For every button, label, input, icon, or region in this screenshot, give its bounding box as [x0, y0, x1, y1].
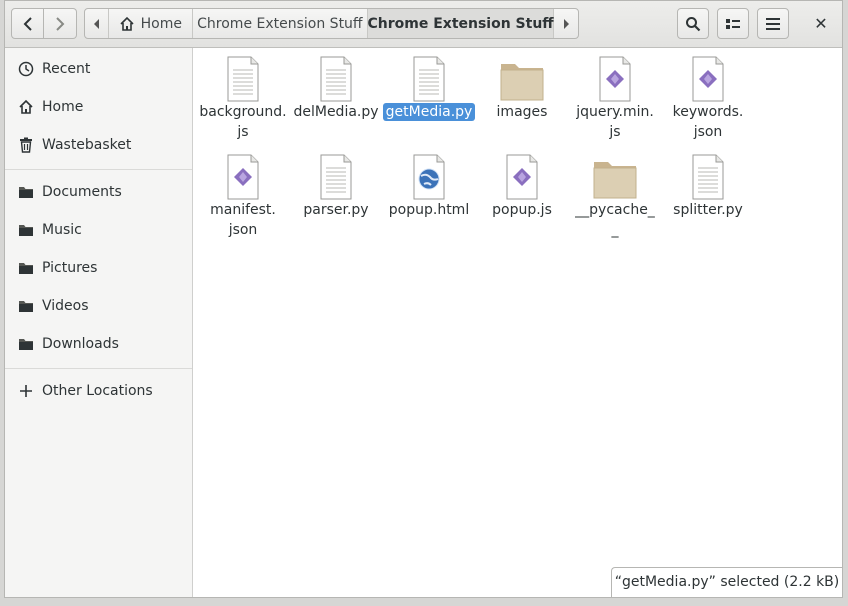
close-icon: ✕ [814, 14, 828, 33]
file-name: splitter.py [673, 202, 743, 218]
sidebar-item-other-locations[interactable]: Other Locations [5, 373, 192, 409]
folder-icon [18, 298, 34, 314]
file-name: background. js [199, 104, 287, 140]
sidebar-item-label: Wastebasket [42, 137, 132, 153]
file-name: __pycache_ _ [575, 202, 655, 238]
script-file-icon [692, 56, 724, 102]
clock-icon [18, 61, 34, 77]
script-file-icon [599, 56, 631, 102]
file-name: popup.html [388, 202, 470, 218]
path-home-label: Home [140, 15, 182, 32]
folder-icon [18, 222, 34, 238]
go-next-icon [56, 16, 65, 31]
folder-icon [18, 260, 34, 276]
file-name: keywords. json [672, 104, 744, 140]
sidebar-separator [5, 169, 192, 170]
file-name: jquery.min. js [576, 104, 654, 140]
sidebar-item-label: Downloads [42, 336, 119, 352]
path-current-button[interactable]: Chrome Extension Stuff [367, 9, 555, 38]
sidebar-item-label: Videos [42, 298, 89, 314]
file-name: popup.js [492, 202, 552, 218]
triangle-right-icon [563, 18, 569, 29]
path-scroll-left-button[interactable] [85, 9, 109, 38]
sidebar-item-downloads[interactable]: Downloads [5, 326, 192, 362]
sidebar-item-videos[interactable]: Videos [5, 288, 192, 324]
folder-icon [18, 184, 34, 200]
view-toggle-button[interactable] [717, 8, 749, 39]
path-crumb-button[interactable]: Chrome Extension Stuff [193, 9, 369, 38]
sidebar-separator [5, 368, 192, 369]
sidebar-item-wastebasket[interactable]: Wastebasket [5, 127, 192, 163]
back-button[interactable] [11, 8, 44, 39]
plus-icon [18, 383, 34, 399]
text-file-icon [227, 56, 259, 102]
sidebar-item-pictures[interactable]: Pictures [5, 250, 192, 286]
home-icon [18, 99, 34, 115]
header-bar: Home Chrome Extension Stuff Chrome Exten… [5, 1, 842, 48]
path-home-button[interactable]: Home [109, 9, 193, 38]
path-bar: Home Chrome Extension Stuff Chrome Exten… [84, 8, 579, 39]
sidebar-item-label: Music [42, 222, 82, 238]
search-button[interactable] [677, 8, 709, 39]
sidebar-item-label: Documents [42, 184, 122, 200]
sidebar-item-music[interactable]: Music [5, 212, 192, 248]
html-file-icon [413, 154, 445, 200]
sidebar-item-documents[interactable]: Documents [5, 174, 192, 210]
search-icon [686, 16, 701, 31]
list-view-icon [726, 18, 740, 29]
folder-icon [500, 64, 544, 101]
path-current-label: Chrome Extension Stuff [367, 15, 554, 32]
triangle-left-icon [93, 18, 99, 29]
file-name: parser.py [303, 202, 369, 218]
sidebar-item-home[interactable]: Home [5, 89, 192, 125]
file-name: manifest. json [210, 202, 276, 238]
sidebar-item-label: Pictures [42, 260, 98, 276]
hamburger-menu-icon [766, 17, 780, 30]
path-scroll-right-button[interactable] [554, 9, 578, 38]
sidebar-item-label: Other Locations [42, 383, 153, 399]
sidebar-item-label: Home [42, 99, 84, 115]
close-button[interactable]: ✕ [805, 8, 837, 39]
menu-button[interactable] [757, 8, 789, 39]
sidebar-item-label: Recent [42, 61, 91, 77]
file-name: delMedia.py [293, 104, 379, 120]
path-crumb-label: Chrome Extension Stuff [197, 15, 363, 32]
selection-status-bar: “getMedia.py” selected (2.2 kB) [611, 567, 842, 597]
text-file-icon [692, 154, 724, 200]
home-icon [120, 16, 134, 31]
text-file-icon [320, 56, 352, 102]
trash-icon [18, 137, 34, 153]
script-file-icon [227, 154, 259, 200]
text-file-icon [413, 56, 445, 102]
folder-icon [18, 336, 34, 352]
file-name: images [496, 104, 548, 120]
file-name-selected: getMedia.py [381, 102, 477, 122]
script-file-icon [506, 154, 538, 200]
sidebar-item-recent[interactable]: Recent [5, 51, 192, 87]
go-previous-icon [23, 16, 32, 31]
navigation-buttons [11, 8, 77, 39]
text-file-icon [320, 154, 352, 200]
file-grid: background. js delMedia.py getMedia.py im… [193, 48, 842, 597]
forward-button[interactable] [44, 8, 77, 39]
folder-icon [593, 162, 637, 199]
file-manager-window: Home Chrome Extension Stuff Chrome Exten… [4, 0, 843, 598]
sidebar: Recent Home Wastebasket Documents Music … [5, 48, 193, 597]
